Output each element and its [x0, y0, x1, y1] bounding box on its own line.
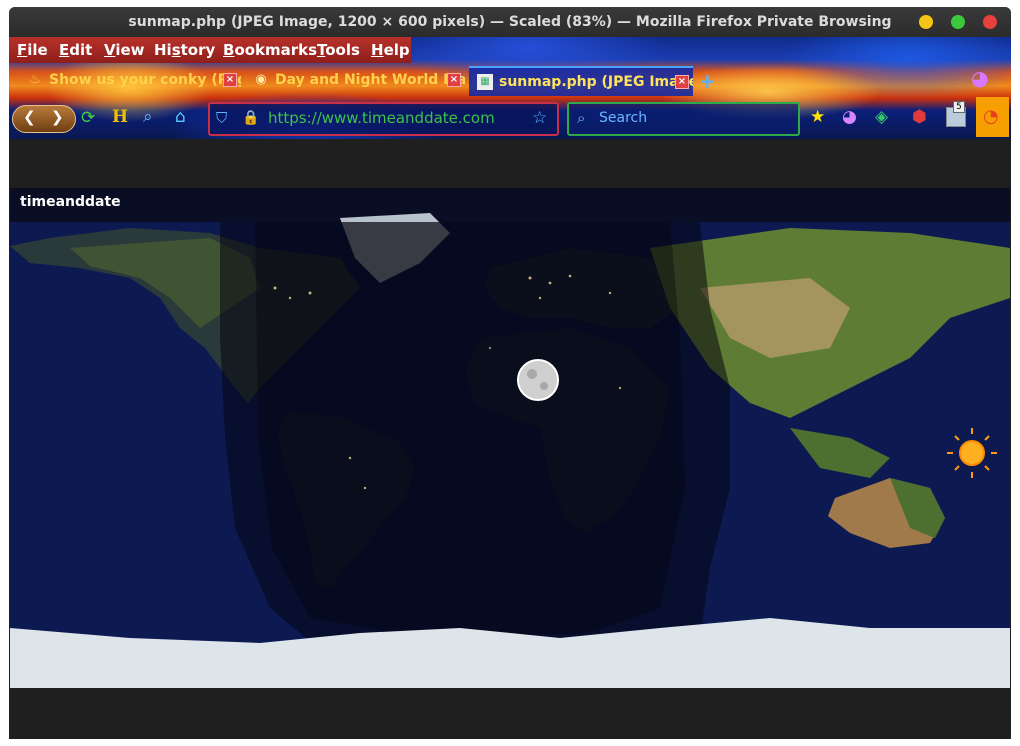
world-map-image — [10, 188, 1010, 688]
counter-badge: 5 — [953, 101, 965, 113]
addon-icon[interactable]: ◈ — [875, 107, 888, 127]
mask-icon[interactable]: ◕ — [842, 107, 857, 127]
tab-close-icon[interactable]: × — [223, 73, 237, 87]
search-bar[interactable]: ⌕ Search — [567, 102, 800, 136]
magnifier-icon[interactable]: ⌕ — [143, 107, 153, 127]
window-title: sunmap.php (JPEG Image, 1200 × 600 pixel… — [128, 14, 892, 30]
menu-history[interactable]: History — [154, 41, 215, 59]
menu-view[interactable]: View — [104, 41, 145, 59]
url-text[interactable]: https://www.timeanddate.com/scrip — [268, 109, 494, 127]
tab-bar: ♨ Show us your conky (Pag × ◉ Day and Ni… — [9, 63, 1011, 97]
navigation-bar: ❮ ❯ ⟳ H ⌕ ⌂ ⛉ 🔒 https://www.timeanddate.… — [9, 97, 1011, 139]
menu-help[interactable]: Help — [371, 41, 410, 59]
search-input[interactable]: Search — [599, 110, 647, 126]
flame-icon: ♨ — [29, 72, 41, 87]
private-mask-icon: ◕ — [971, 66, 989, 90]
url-bar[interactable]: ⛉ 🔒 https://www.timeanddate.com/scrip ☆ — [208, 102, 559, 136]
home-icon[interactable]: ⌂ — [175, 107, 186, 127]
ublock-icon[interactable]: ⬢ — [912, 107, 927, 127]
new-tab-button[interactable]: + — [699, 69, 716, 93]
moon-marker — [517, 359, 559, 401]
firefox-button[interactable]: ◔ — [976, 97, 1009, 137]
lock-icon[interactable]: 🔒 — [242, 108, 259, 128]
globe-icon: ◉ — [255, 72, 267, 87]
back-forward-buttons: ❮ ❯ — [12, 105, 76, 133]
bookmark-star-icon[interactable]: ☆ — [532, 108, 547, 128]
maximize-button[interactable] — [951, 15, 965, 29]
back-icon[interactable]: ❮ — [23, 108, 36, 126]
tab-close-icon[interactable]: × — [675, 75, 689, 89]
menu-bookmarks[interactable]: Bookmarks — [223, 41, 317, 59]
shield-icon[interactable]: ⛉ — [216, 108, 227, 128]
tab-conky[interactable]: ♨ Show us your conky (Pag × — [19, 66, 241, 94]
menu-edit[interactable]: Edit — [59, 41, 92, 59]
browser-window: sunmap.php (JPEG Image, 1200 × 600 pixel… — [9, 7, 1011, 739]
search-icon: ⌕ — [577, 109, 586, 127]
history-h-icon[interactable]: H — [112, 107, 128, 127]
tab-sunmap[interactable]: ▦ sunmap.php (JPEG Image × — [469, 66, 693, 96]
forward-icon[interactable]: ❯ — [51, 108, 64, 126]
minimize-button[interactable] — [919, 15, 933, 29]
day-night-world-map: timeanddate — [10, 188, 1010, 688]
title-bar: sunmap.php (JPEG Image, 1200 × 600 pixel… — [9, 7, 1011, 37]
browser-chrome: File Edit View History Bookmarks Tools H… — [9, 37, 1011, 139]
tab-close-icon[interactable]: × — [447, 73, 461, 87]
timeanddate-logo: timeanddate — [20, 194, 121, 210]
deep-night-region — [255, 222, 685, 638]
image-icon: ▦ — [477, 74, 493, 90]
menu-tools[interactable]: Tools — [317, 41, 360, 59]
page-content: timeanddate — [9, 139, 1011, 739]
tab-day-night-map[interactable]: ◉ Day and Night World Ma × — [245, 66, 465, 94]
menu-bar: File Edit View History Bookmarks Tools H… — [9, 37, 411, 63]
close-button[interactable] — [983, 15, 997, 29]
menu-file[interactable]: File — [17, 41, 48, 59]
star-icon[interactable]: ★ — [810, 107, 825, 127]
firefox-icon: ◔ — [983, 106, 999, 127]
refresh-icon[interactable]: ⟳ — [81, 108, 95, 128]
